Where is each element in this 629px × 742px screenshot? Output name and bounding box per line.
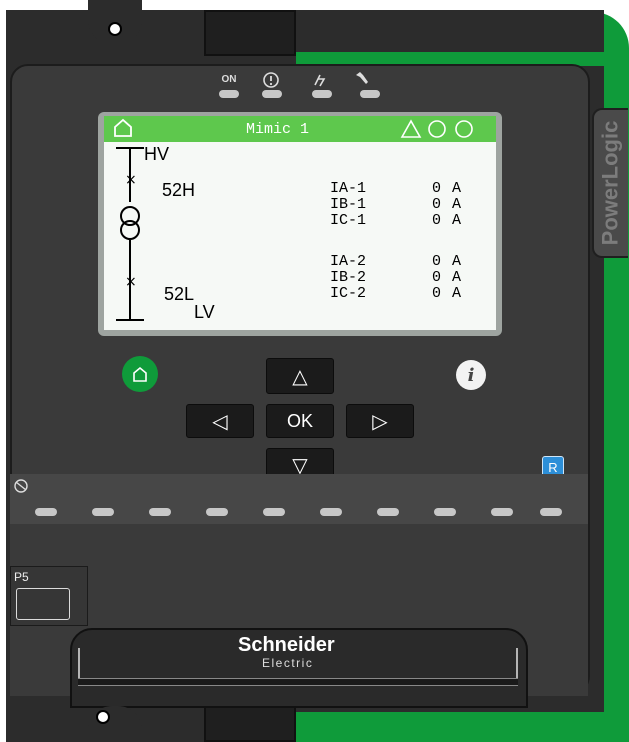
custom-led (434, 508, 456, 516)
reading-value: 0 (432, 285, 442, 302)
brand-side-label: PowerLogic (597, 120, 622, 246)
reading-label: IC-2 (330, 285, 367, 302)
custom-led (377, 508, 399, 516)
custom-led (35, 508, 57, 516)
single-line-diagram: × × (104, 140, 194, 335)
alarm-led (262, 90, 282, 98)
lv-label: LV (194, 302, 215, 322)
brand-logo-sub: Electric (262, 656, 314, 670)
custom-led (491, 508, 513, 516)
reading-unit: A (452, 180, 462, 197)
top-latch (204, 10, 296, 56)
top-mount-hole (108, 22, 122, 36)
reading-label: IB-1 (330, 196, 367, 213)
brand-logo: Schneider (238, 634, 335, 656)
status-icons (400, 118, 480, 145)
reading-label: IC-1 (330, 212, 367, 229)
bottom-latch (204, 706, 296, 742)
screen-title: Mimic 1 (246, 121, 310, 138)
reading-label: IA-2 (330, 253, 367, 270)
right-button[interactable]: ▷ (346, 404, 414, 438)
reading-unit: A (452, 212, 462, 229)
svg-text:×: × (125, 172, 137, 188)
bottom-mount-hole (96, 710, 110, 724)
reading-label: IA-1 (330, 180, 367, 197)
reading-label: IB-2 (330, 269, 367, 286)
custom-led (206, 508, 228, 516)
ok-button[interactable]: OK (266, 404, 334, 438)
custom-led (263, 508, 285, 516)
info-button[interactable]: i (456, 360, 486, 390)
maintenance-led (360, 90, 380, 98)
custom-led (540, 508, 562, 516)
reading-unit: A (452, 196, 462, 213)
bottom-mount-tab (88, 706, 142, 742)
on-led-label: ON (221, 74, 237, 85)
usb-port[interactable] (16, 588, 70, 620)
led-strip (10, 474, 588, 524)
breaker-high-label: 52H (162, 180, 196, 200)
custom-led (320, 508, 342, 516)
reading-unit: A (452, 269, 462, 286)
reading-value: 0 (432, 212, 442, 229)
up-button[interactable]: △ (266, 358, 334, 394)
custom-led (149, 508, 171, 516)
custom-led-icon (12, 478, 30, 497)
port-label: P5 (14, 570, 29, 584)
svg-text:×: × (125, 274, 137, 290)
left-button[interactable]: ◁ (186, 404, 254, 438)
reading-value: 0 (432, 253, 442, 270)
custom-led (92, 508, 114, 516)
home-icon (133, 366, 147, 382)
on-led (219, 90, 239, 98)
reading-value: 0 (432, 196, 442, 213)
hv-label: HV (144, 144, 170, 164)
reading-unit: A (452, 285, 462, 302)
reading-value: 0 (432, 180, 442, 197)
home-button[interactable] (122, 356, 158, 392)
trip-led (312, 90, 332, 98)
breaker-low-label: 52L (164, 284, 195, 304)
reading-unit: A (452, 253, 462, 270)
reading-value: 0 (432, 269, 442, 286)
